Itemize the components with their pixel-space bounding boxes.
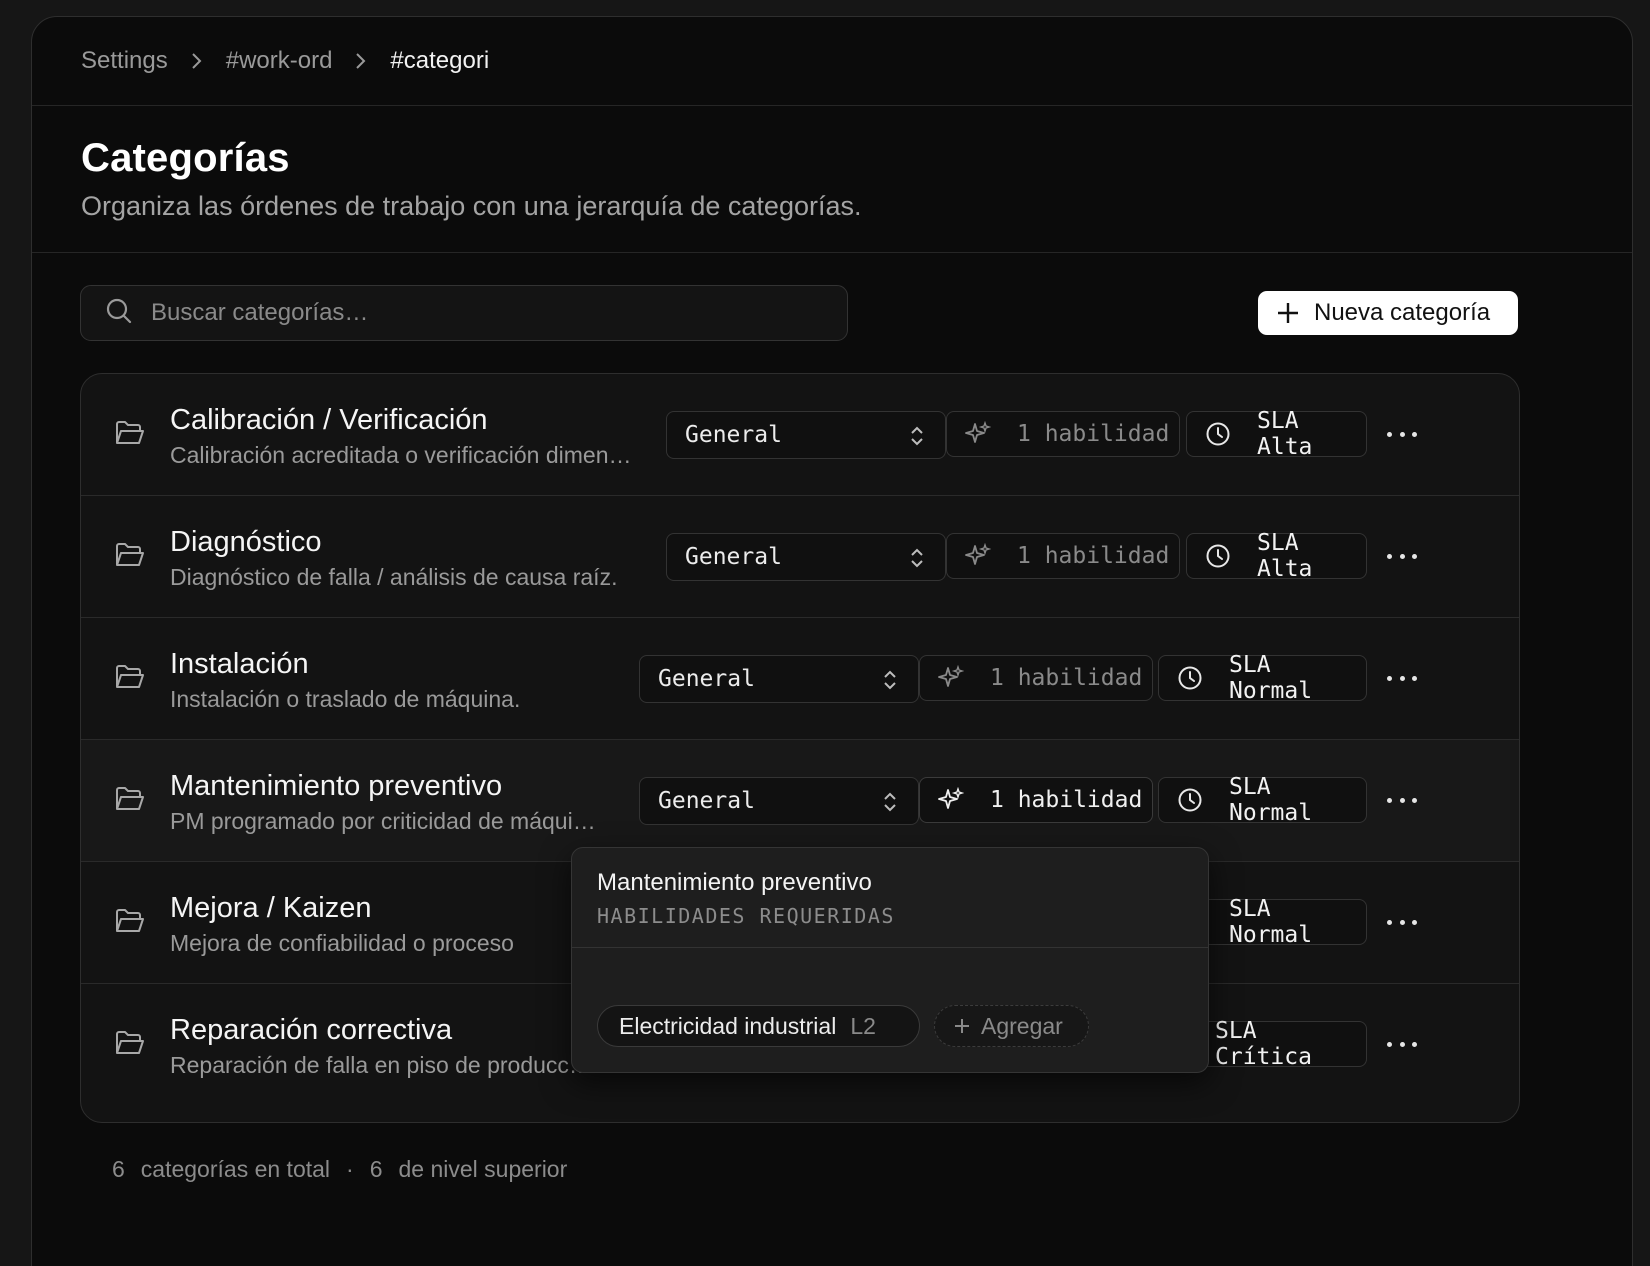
group-select-value: General [658,666,755,692]
sparkles-icon [938,787,977,813]
sla-label: SLA Normal [1229,774,1313,826]
skills-popover: Mantenimiento preventivo HABILIDADES REQ… [571,847,1209,1073]
new-category-button[interactable]: Nueva categoría [1258,291,1518,335]
add-skill-button[interactable]: Agregar [934,1005,1089,1047]
more-options-button[interactable] [1387,668,1417,688]
more-options-button[interactable] [1387,546,1417,566]
sla-label: SLA Normal [1229,652,1313,704]
category-row[interactable]: Diagnóstico Diagnóstico de falla / anális… [81,496,1519,618]
skills-label: 1 habilidad [990,665,1143,691]
search-input[interactable] [151,299,791,327]
chevron-right-icon [190,51,204,71]
popover-title: Mantenimiento preventivo [597,869,872,896]
chevron-up-down-icon [882,790,898,820]
breadcrumb-work-orders[interactable]: #work-ord [226,47,333,75]
category-name[interactable]: Calibración / Verificación [170,404,488,437]
search-icon [105,297,133,330]
skill-chip-name: Electricidad industrial [619,1012,837,1039]
popover-subtitle: HABILIDADES REQUERIDAS [597,904,895,928]
category-name[interactable]: Mantenimiento preventivo [170,770,502,803]
sla-badge[interactable]: SLA Normal [1158,652,1367,704]
category-description: PM programado por criticidad de máqui… [170,808,596,834]
folder-icon [114,1029,146,1062]
sla-label: SLA Crítica [1215,1018,1312,1070]
category-description: Diagnóstico de falla / análisis de causa… [170,564,618,590]
category-name[interactable]: Instalación [170,648,309,681]
sparkles-icon [965,543,1004,569]
clock-icon [1205,421,1244,447]
category-row[interactable]: Mantenimiento preventivo PM programado po… [81,740,1519,862]
breadcrumb-settings[interactable]: Settings [81,47,168,75]
search-box[interactable] [80,285,848,341]
category-name[interactable]: Mejora / Kaizen [170,892,372,925]
category-row[interactable]: Instalación Instalación o traslado de máq… [81,618,1519,740]
more-options-button[interactable] [1387,424,1417,444]
more-options-button[interactable] [1387,790,1417,810]
group-select-value: General [658,788,755,814]
skills-label: 1 habilidad [990,787,1143,813]
page-subtitle: Organiza las órdenes de trabajo con una … [81,191,862,221]
skill-chip-level: L2 [850,1012,876,1039]
skills-button[interactable]: 1 habilidad [946,533,1180,579]
more-options-button[interactable] [1387,1034,1417,1054]
page-title: Categorías [81,136,290,180]
group-select-value: General [685,422,782,448]
breadcrumb-categories: #categori [390,47,490,74]
plus-icon [953,1017,971,1035]
chevron-up-down-icon [909,546,925,576]
breadcrumb: Settings #work-ord #categori [32,17,1632,106]
category-name[interactable]: Reparación correctiva [170,1014,452,1047]
skill-chip[interactable]: Electricidad industrial L2 [597,1005,920,1047]
group-select[interactable]: General [666,411,946,459]
category-description: Mejora de confiabilidad o proceso [170,930,514,956]
sla-badge[interactable]: SLA Alta [1186,408,1367,460]
folder-icon [114,541,146,574]
skills-label: 1 habilidad [1017,543,1170,569]
sla-label: SLA Alta [1257,530,1313,582]
more-options-button[interactable] [1387,912,1417,932]
total-label: categorías en total [140,1156,331,1182]
clock-icon [1177,787,1216,813]
new-category-label: Nueva categoría [1314,299,1491,326]
page-header: Categorías Organiza las órdenes de traba… [32,106,1632,253]
category-description: Reparación de falla en piso de producc… [170,1052,592,1078]
sparkles-icon [938,665,977,691]
sla-label: SLA Normal [1229,896,1313,948]
footer-separator: · [346,1156,354,1182]
group-select[interactable]: General [639,655,919,703]
sla-label: SLA Alta [1257,408,1313,460]
category-row[interactable]: Calibración / Verificación Calibración ac… [81,374,1519,496]
folder-icon [114,907,146,940]
group-select[interactable]: General [666,533,946,581]
sparkles-icon [965,421,1004,447]
list-footer: 6 categorías en total · 6 de nivel superior [112,1156,567,1183]
folder-icon [114,419,146,452]
total-count: 6 [112,1156,125,1182]
category-description: Instalación o traslado de máquina. [170,686,521,712]
group-select[interactable]: General [639,777,919,825]
skills-button[interactable]: 1 habilidad [919,777,1153,823]
chevron-up-down-icon [882,668,898,698]
clock-icon [1205,543,1244,569]
plus-icon [1276,301,1300,325]
clock-icon [1177,665,1216,691]
top-level-label: de nivel superior [398,1156,568,1182]
chevron-up-down-icon [909,424,925,454]
chevron-right-icon [354,51,368,71]
category-description: Calibración acreditada o verificación di… [170,442,632,468]
divider [572,947,1208,948]
sla-badge[interactable]: SLA Normal [1158,774,1367,826]
folder-icon [114,785,146,818]
sla-badge[interactable]: SLA Alta [1186,530,1367,582]
folder-icon [114,663,146,696]
category-name[interactable]: Diagnóstico [170,526,322,559]
add-skill-label: Agregar [981,1012,1063,1039]
skills-label: 1 habilidad [1017,421,1170,447]
group-select-value: General [685,544,782,570]
skills-button[interactable]: 1 habilidad [946,411,1180,457]
skills-button[interactable]: 1 habilidad [919,655,1153,701]
top-level-count: 6 [369,1156,383,1182]
